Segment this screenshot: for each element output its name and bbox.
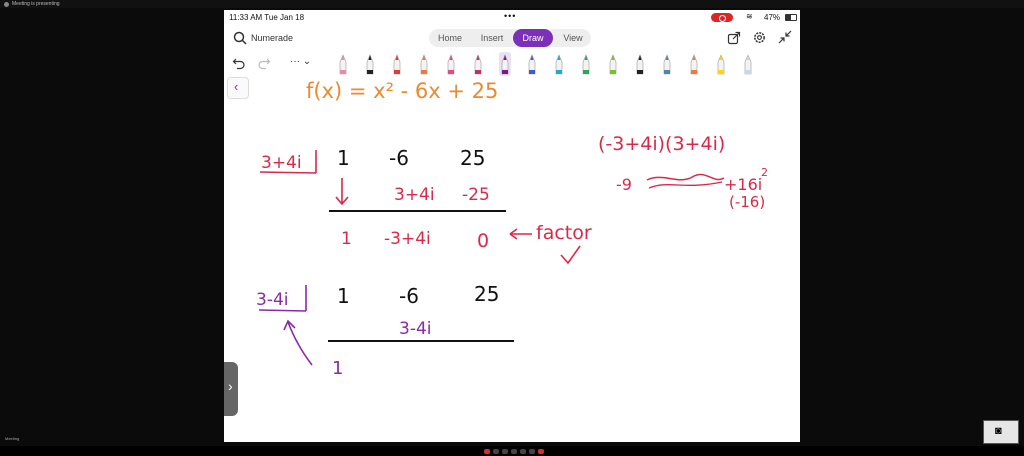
drop-down-arrow — [335, 178, 349, 206]
meeting-control-button[interactable] — [493, 449, 499, 454]
meeting-top-bar: Meeting is presenting — [0, 0, 1024, 8]
result-2-a: 1 — [332, 358, 343, 379]
curved-arrow — [283, 319, 313, 366]
coef-2-a: 1 — [337, 284, 350, 308]
meeting-control-button[interactable] — [529, 449, 535, 454]
function-definition: f(x) = x² - 6x + 25 — [306, 79, 498, 103]
divisor-root-1: 3+4i — [261, 153, 302, 173]
divisor-root-2: 3-4i — [256, 290, 289, 310]
mid-1-b: -25 — [462, 185, 490, 205]
meeting-title: Meeting is presenting — [12, 1, 60, 7]
coef-2-b: -6 — [399, 284, 419, 308]
cancelled-terms — [648, 181, 723, 189]
handwriting-canvas[interactable]: f(x) = x² - 6x + 25 3+4i 1 -6 25 3+4i -2… — [224, 10, 800, 442]
meeting-control-button[interactable] — [538, 449, 544, 454]
expand-i-squared: +16i — [724, 175, 762, 194]
meeting-icon — [4, 2, 9, 7]
meeting-bottom-bar — [0, 446, 1024, 456]
expand-term: -9 — [616, 175, 632, 194]
ipad-screen: 11:33 AM Tue Jan 18 ••• ≋ 47% Numerade H… — [224, 10, 800, 442]
checkmark-icon — [560, 245, 581, 265]
mid-1-a: 3+4i — [394, 185, 435, 205]
camera-avatar-icon: ◙ — [995, 425, 1002, 437]
result-1-b: -3+4i — [384, 229, 431, 249]
meeting-control-button[interactable] — [511, 449, 517, 454]
arrow-to-factor — [509, 228, 532, 240]
coef-1-b: -6 — [389, 146, 409, 170]
strikethrough-mark — [646, 173, 725, 181]
meeting-control-button[interactable] — [520, 449, 526, 454]
result-1-a: 1 — [341, 229, 352, 249]
sidebar-expand-handle[interactable]: › — [224, 362, 238, 416]
factor-note: factor — [536, 222, 592, 244]
coef-1-a: 1 — [337, 146, 350, 170]
neg-sixteen: (-16) — [729, 193, 765, 211]
coef-1-c: 25 — [460, 146, 485, 170]
coef-2-c: 25 — [474, 282, 499, 306]
meeting-control-button[interactable] — [484, 449, 490, 454]
meeting-control-button[interactable] — [502, 449, 508, 454]
exponent-two: 2 — [761, 166, 768, 179]
product-expression: (-3+4i)(3+4i) — [598, 133, 725, 155]
chevron-right-icon: › — [228, 378, 233, 394]
presenter-camera-thumbnail[interactable]: ◙ — [983, 420, 1019, 444]
participant-label: Meeting — [5, 436, 20, 441]
mid-2: 3-4i — [399, 319, 432, 339]
result-1-c: 0 — [477, 230, 489, 252]
